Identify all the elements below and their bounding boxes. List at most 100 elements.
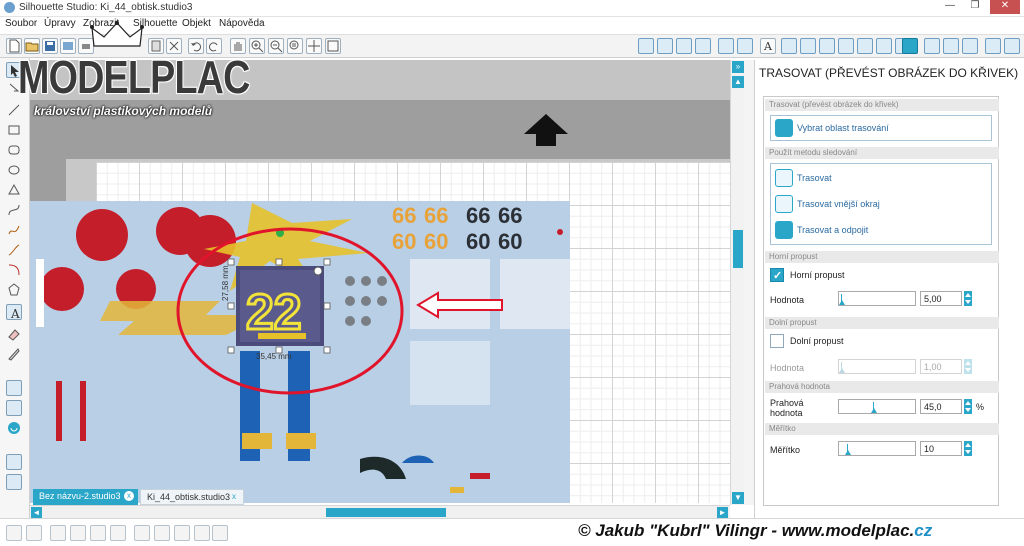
select-trace-area-label: Vybrat oblast trasování [797,123,889,133]
horizontal-scroll-thumb[interactable] [326,508,446,517]
scroll-right-button[interactable]: ► [717,507,728,518]
compound-path-icon[interactable] [50,525,66,541]
release-compound-icon[interactable] [70,525,86,541]
window-view-icon[interactable] [6,454,22,470]
threshold-value-input[interactable]: 45,0 [920,399,962,414]
zoom-out-icon[interactable] [268,38,284,54]
design-canvas[interactable]: 66 66 66 66 60 60 60 60 22 27,58 mm 35,4… [30,60,730,503]
ungroup-icon[interactable] [26,525,42,541]
bring-to-front-icon[interactable] [134,525,150,541]
knife-icon[interactable] [985,38,1001,54]
polygon-tool-icon[interactable] [6,182,22,198]
tab-bez-nazvu[interactable]: Bez názvu-2.studio3 x [33,489,138,505]
trace-outer-edge-button[interactable]: Trasovat vnější okraj [773,194,988,214]
delete-icon[interactable] [110,525,126,541]
fill-color-icon[interactable] [737,38,753,54]
highpass-slider[interactable] [838,291,916,306]
highpass-checkbox[interactable] [770,268,784,284]
grid-settings-icon[interactable] [676,38,692,54]
vertical-scrollbar[interactable]: » ▲ ▼ [730,60,744,505]
scroll-up-button[interactable]: ▲ [732,76,744,88]
eraser-icon[interactable] [1004,38,1020,54]
fit-page-icon[interactable] [325,38,341,54]
ellipse-tool-icon[interactable] [6,162,22,178]
close-button[interactable]: ✕ [990,0,1020,14]
library-view-icon[interactable] [6,380,22,396]
scroll-left-button[interactable]: ◄ [31,507,42,518]
minimize-button[interactable]: — [940,0,960,14]
scale-icon[interactable] [819,38,835,54]
scale-label: Měřítko [770,445,801,455]
registration-marks-icon[interactable] [695,38,711,54]
scale-slider[interactable] [838,441,916,456]
weld-icon[interactable] [212,525,228,541]
transform-icon[interactable] [781,38,797,54]
threshold-slider-thumb[interactable] [871,408,877,413]
horizontal-scrollbar[interactable]: ◄ ► [30,505,730,518]
eraser-tool-icon[interactable] [6,326,22,342]
lowpass-checkbox-row[interactable]: Dolní propust [770,333,844,349]
split-view-icon[interactable] [6,474,22,490]
rotate-icon[interactable] [800,38,816,54]
lowpass-slider-thumb [839,368,845,373]
maximize-button[interactable]: ❐ [962,0,988,14]
mirror-icon[interactable] [838,38,854,54]
scroll-down-button[interactable]: ▼ [732,492,744,504]
threshold-spinner[interactable] [964,399,972,414]
duplicate-icon[interactable] [90,525,106,541]
text-tool-icon[interactable]: A [6,304,22,321]
trace-outer-label: Trasovat vnější okraj [797,199,880,209]
group-icon[interactable] [6,525,22,541]
line-style-icon[interactable] [718,38,734,54]
curve-tool-icon[interactable] [6,202,22,218]
scale-slider-thumb[interactable] [845,450,851,455]
highpass-value-input[interactable]: 5,00 [920,291,962,306]
trace-detach-icon [775,221,793,239]
arc-tool-icon[interactable] [6,262,22,278]
highpass-checkbox-row[interactable]: Horní propust [770,267,845,284]
section-header-trace: Trasovat (převést obrázek do křivek) [765,99,999,111]
trace-icon[interactable] [902,38,918,54]
lowpass-checkbox[interactable] [770,334,784,348]
vertical-scroll-thumb[interactable] [733,230,743,268]
bring-forward-icon[interactable] [174,525,190,541]
modify-icon[interactable] [876,38,892,54]
close-tab-icon[interactable]: x [229,492,239,502]
scale-spinner[interactable] [964,441,972,456]
smooth-freehand-icon[interactable] [6,242,22,258]
tab-ki44-obtisk[interactable]: Ki_44_obtisk.studio3 x [140,489,244,505]
send-to-back-icon[interactable] [154,525,170,541]
cut-settings-icon[interactable] [657,38,673,54]
rounded-rectangle-icon[interactable] [6,142,22,158]
rectangle-tool-icon[interactable] [6,122,22,138]
scale-value-input[interactable]: 10 [920,441,962,456]
page-settings-icon[interactable] [638,38,654,54]
feed-direction-arrow-icon [524,114,568,146]
window-title: Silhouette Studio: Ki_44_obtisk.studio3 [19,2,193,13]
open-book-icon[interactable] [6,400,22,416]
regular-polygon-icon[interactable] [6,282,22,298]
close-tab-icon[interactable]: x [124,491,134,501]
expand-panel-button[interactable]: » [732,61,744,73]
highpass-spinner[interactable] [964,291,972,306]
threshold-slider[interactable] [838,399,916,414]
text-style-icon[interactable]: A [760,38,776,54]
panel-title: TRASOVAT (PŘEVÉST OBRÁZEK DO KŘIVEK) [759,66,1019,80]
trace-and-detach-button[interactable]: Trasovat a odpojit [773,220,988,240]
freehand-tool-icon[interactable] [6,222,22,238]
trace-outer-icon [775,195,793,213]
select-trace-area-button[interactable]: Vybrat oblast trasování [773,118,988,138]
send-to-silhouette-icon[interactable] [924,38,940,54]
zoom-select-icon[interactable] [287,38,303,54]
decal-sheet-image[interactable]: 66 66 66 66 60 60 60 60 22 27,58 mm 35,4… [30,201,570,503]
store-icon[interactable] [943,38,959,54]
zoom-drag-icon[interactable] [306,38,322,54]
replicate-icon[interactable] [857,38,873,54]
library-panel-icon[interactable] [962,38,978,54]
send-backward-icon[interactable] [194,525,210,541]
trace-button[interactable]: Trasovat [773,168,988,188]
knife-tool-icon[interactable] [6,346,22,362]
zoom-in-icon[interactable] [249,38,265,54]
highpass-slider-thumb[interactable] [839,300,845,305]
online-store-icon[interactable] [6,420,22,436]
